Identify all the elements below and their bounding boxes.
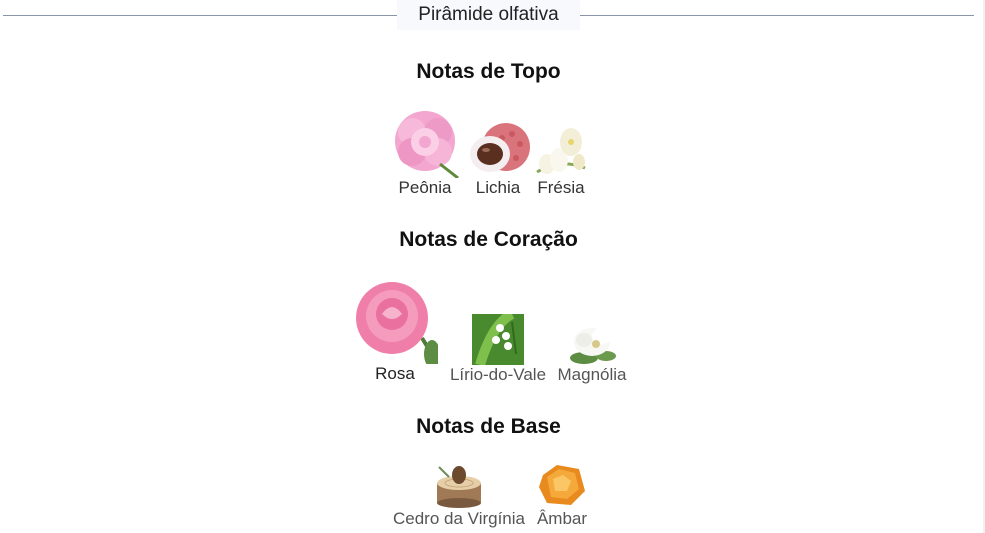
rose-icon	[356, 282, 438, 364]
heart-notes-heading: Notas de Coração	[399, 228, 578, 251]
note-label: Frésia	[537, 178, 585, 197]
divider-right	[580, 15, 974, 16]
note-label: Peônia	[398, 178, 452, 197]
note-label: Cedro da Virgínia	[393, 509, 525, 528]
lychee-icon	[470, 123, 530, 172]
freesia-icon	[536, 128, 586, 174]
note-label: Rosa	[375, 364, 415, 383]
note-freesia[interactable]: Frésia	[531, 122, 591, 198]
note-rose[interactable]: Rosa	[352, 278, 438, 384]
note-magnolia[interactable]: Magnólia	[553, 318, 631, 385]
note-label: Magnólia	[557, 365, 627, 384]
peony-icon	[395, 111, 459, 178]
base-notes-heading: Notas de Base	[416, 415, 561, 438]
amber-icon	[539, 465, 585, 505]
note-lychee[interactable]: Lichia	[462, 120, 534, 198]
note-peony[interactable]: Peônia	[389, 108, 461, 198]
note-label: Lichia	[475, 178, 521, 197]
section-title: Pirâmide olfativa	[397, 0, 580, 30]
lily-of-the-valley-icon	[472, 314, 524, 365]
note-lily-of-the-valley[interactable]: Lírio-do-Vale	[446, 314, 550, 385]
note-label: Âmbar	[536, 509, 588, 528]
top-notes-heading: Notas de Topo	[416, 60, 561, 83]
note-label: Lírio-do-Vale	[449, 365, 547, 384]
note-cedar[interactable]: Cedro da Virgínia	[386, 461, 532, 529]
divider-left	[3, 15, 397, 16]
magnolia-icon	[570, 328, 616, 364]
cedar-icon	[437, 466, 481, 508]
note-amber[interactable]: Âmbar	[532, 461, 592, 529]
